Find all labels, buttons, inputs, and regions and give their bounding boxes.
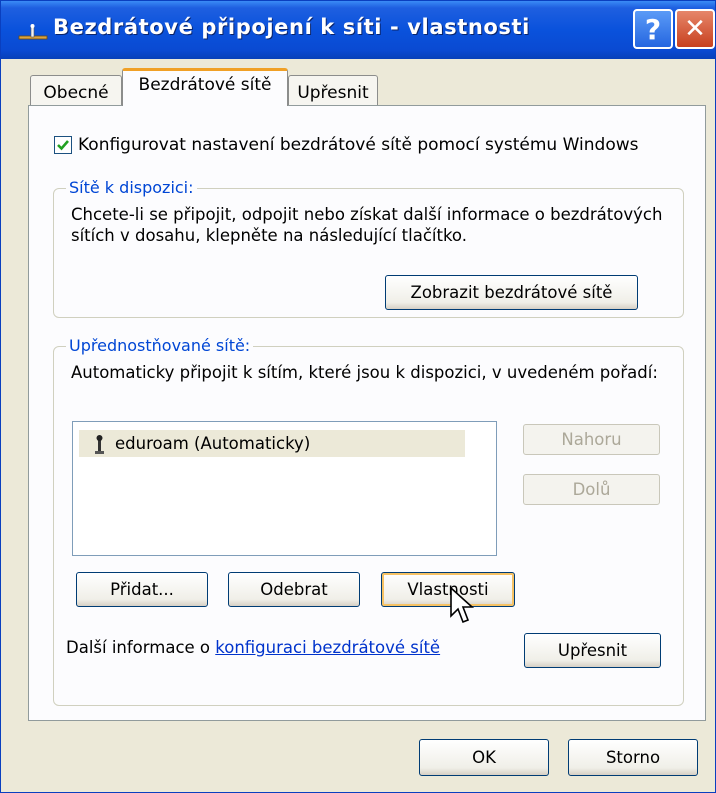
advanced-button[interactable]: Upřesnit (524, 633, 661, 668)
properties-dialog: Bezdrátové připojení k síti - vlastnosti… (0, 0, 716, 793)
network-properties-button[interactable]: Vlastnosti (381, 572, 515, 607)
configure-windows-checkbox[interactable] (54, 136, 72, 154)
network-name: eduroam (Automaticky) (115, 434, 311, 453)
title-bar[interactable]: Bezdrátové připojení k síti - vlastnosti… (1, 1, 715, 59)
tab-general[interactable]: Obecné (30, 75, 122, 105)
more-info-text: Další informace o konfiguraci bezdrátové… (66, 638, 440, 657)
wireless-networks-panel: Konfigurovat nastavení bezdrátové sítě p… (28, 105, 706, 721)
preferred-networks-title: Upřednostňované sítě: (66, 336, 254, 355)
configure-windows-label: Konfigurovat nastavení bezdrátové sítě p… (78, 135, 639, 155)
list-item[interactable]: eduroam (Automaticky) (79, 430, 465, 457)
add-network-button[interactable]: Přidat... (76, 572, 208, 607)
help-icon: ? (644, 12, 662, 46)
available-networks-description: Chcete-li se připojit, odpojit nebo získ… (71, 205, 663, 245)
tab-advanced[interactable]: Upřesnit (288, 75, 378, 105)
available-networks-title: Sítě k dispozici: (66, 178, 197, 197)
more-info-prefix: Další informace o (66, 638, 216, 657)
ok-button[interactable]: OK (419, 739, 549, 776)
move-down-button[interactable]: Dolů (523, 474, 660, 505)
tab-wireless-networks[interactable]: Bezdrátové sítě (122, 68, 288, 106)
show-wireless-networks-button[interactable]: Zobrazit bezdrátové sítě (385, 275, 638, 310)
close-button[interactable]: ✕ (675, 9, 715, 49)
tab-strip: Obecné Bezdrátové sítě Upřesnit (1, 59, 715, 109)
preferred-networks-description: Automaticky připojit k sítím, které jsou… (71, 363, 658, 382)
help-button[interactable]: ? (633, 9, 673, 49)
preferred-networks-list[interactable]: eduroam (Automaticky) (72, 421, 497, 556)
checkmark-icon (57, 140, 69, 151)
move-up-button[interactable]: Nahoru (523, 424, 660, 455)
window-title: Bezdrátové připojení k síti - vlastnosti (53, 15, 530, 39)
close-icon: ✕ (684, 14, 706, 44)
wireless-antenna-icon (95, 434, 104, 454)
wireless-config-help-link[interactable]: konfiguraci bezdrátové sítě (215, 638, 440, 657)
configure-windows-row[interactable]: Konfigurovat nastavení bezdrátové sítě p… (54, 135, 639, 155)
remove-network-button[interactable]: Odebrat (228, 572, 360, 607)
cancel-button[interactable]: Storno (568, 739, 698, 776)
mouse-pointer-icon (450, 586, 475, 624)
network-connection-icon (18, 24, 48, 40)
